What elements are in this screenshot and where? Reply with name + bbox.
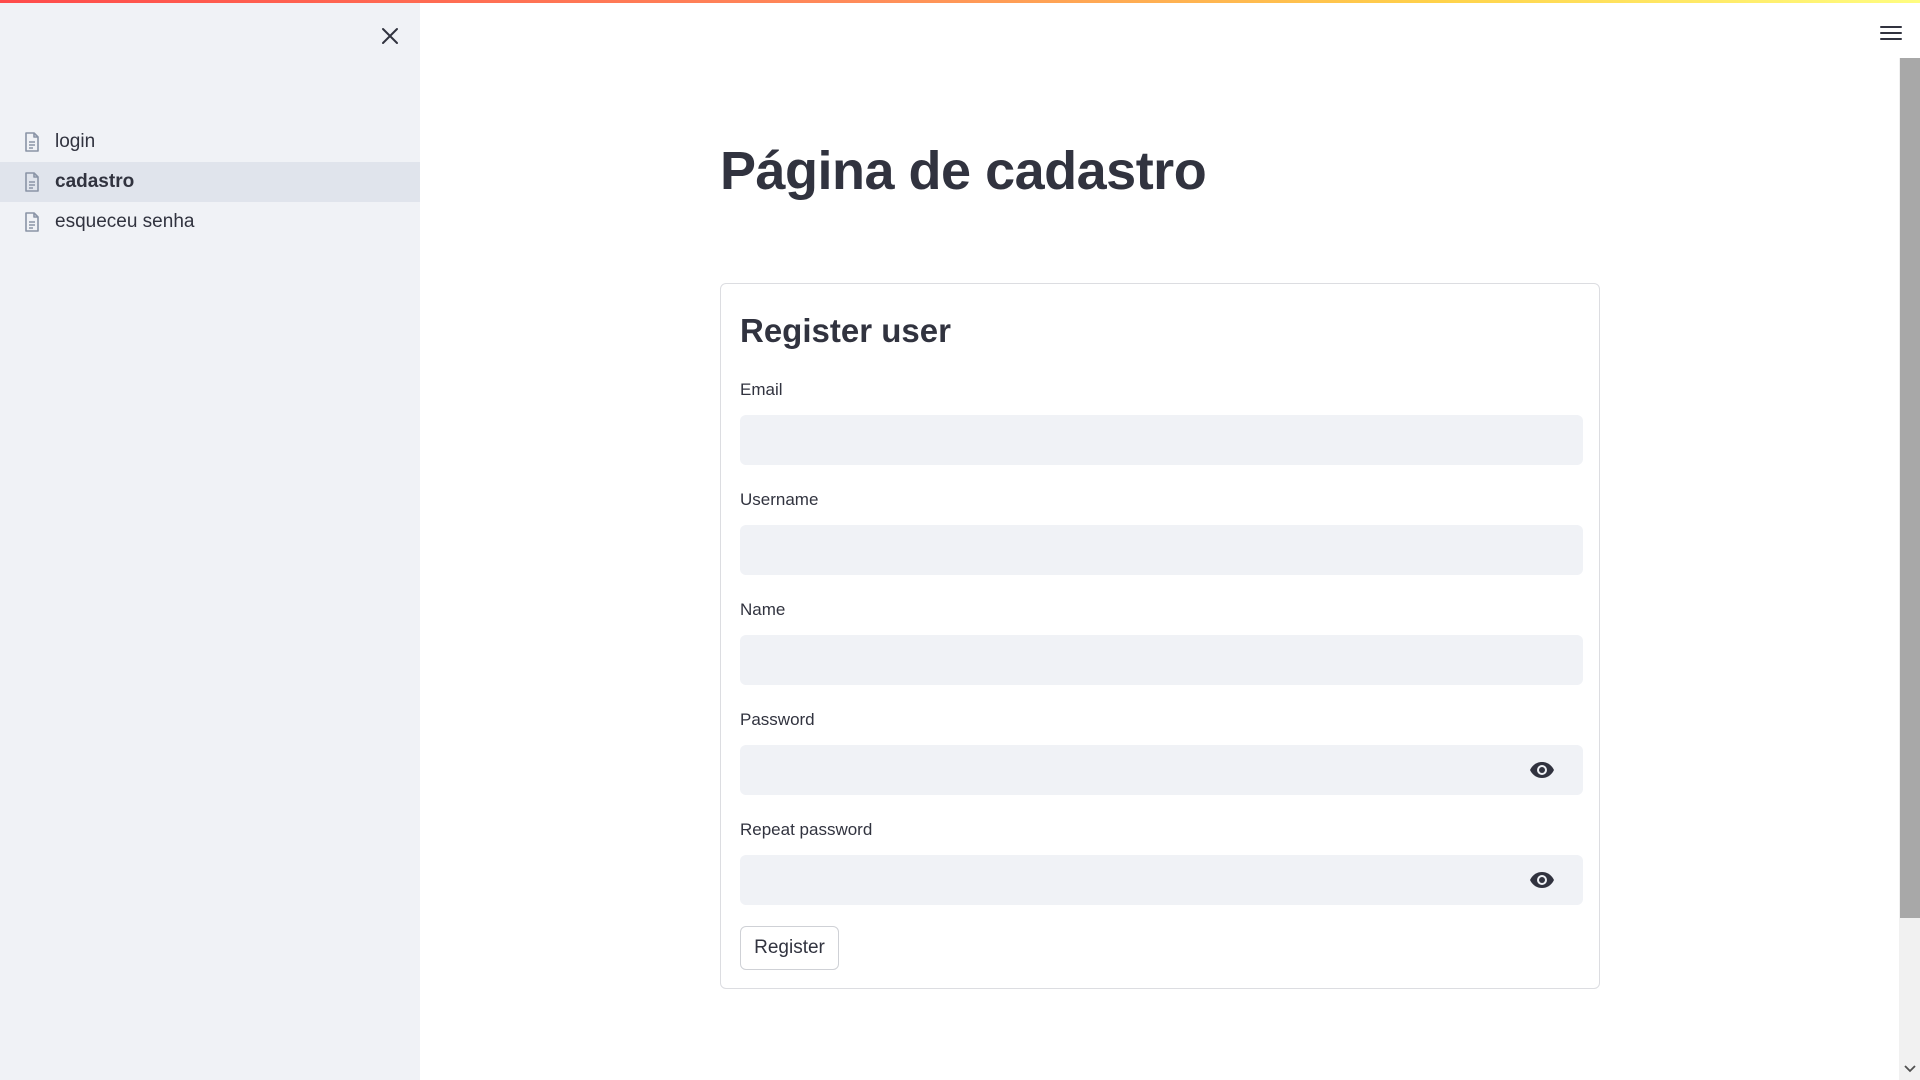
sidebar-item-esqueceu-senha[interactable]: esqueceu senha xyxy=(0,202,420,242)
username-label: Username xyxy=(740,490,819,509)
document-icon xyxy=(22,171,42,193)
close-icon xyxy=(382,28,398,44)
repeat-password-field[interactable] xyxy=(740,855,1583,905)
sidebar-nav: login cadastro esqueceu senha xyxy=(0,122,420,242)
form-title: Register user xyxy=(740,312,951,349)
document-icon xyxy=(22,211,42,233)
sidebar-item-label: login xyxy=(55,131,96,152)
sidebar: login cadastro esqueceu senha xyxy=(0,0,420,1080)
name-field[interactable] xyxy=(740,635,1583,685)
register-form: Register user Email Username Name Passwo… xyxy=(720,283,1600,989)
main-menu-button[interactable] xyxy=(1874,16,1908,50)
email-field[interactable] xyxy=(740,415,1583,465)
hamburger-menu-icon xyxy=(1880,26,1902,40)
password-label: Password xyxy=(740,710,815,729)
page-title: Página de cadastro xyxy=(720,141,1207,201)
sidebar-item-login[interactable]: login xyxy=(0,122,420,162)
sidebar-item-label: cadastro xyxy=(55,171,135,192)
top-decoration-bar xyxy=(0,0,1920,3)
sidebar-item-cadastro[interactable]: cadastro xyxy=(0,162,420,202)
sidebar-close-button[interactable] xyxy=(372,18,408,54)
chevron-down-icon xyxy=(1903,1065,1916,1073)
email-label: Email xyxy=(740,380,783,399)
document-icon xyxy=(22,131,42,153)
scrollbar-thumb[interactable] xyxy=(1900,58,1920,918)
eye-icon[interactable] xyxy=(1527,865,1557,895)
eye-icon[interactable] xyxy=(1527,755,1557,785)
password-field[interactable] xyxy=(740,745,1583,795)
register-button[interactable]: Register xyxy=(740,926,839,970)
repeat-password-label: Repeat password xyxy=(740,820,873,839)
scroll-down-arrow[interactable] xyxy=(1899,1058,1920,1080)
sidebar-item-label: esqueceu senha xyxy=(55,211,195,232)
username-field[interactable] xyxy=(740,525,1583,575)
name-label: Name xyxy=(740,600,786,619)
